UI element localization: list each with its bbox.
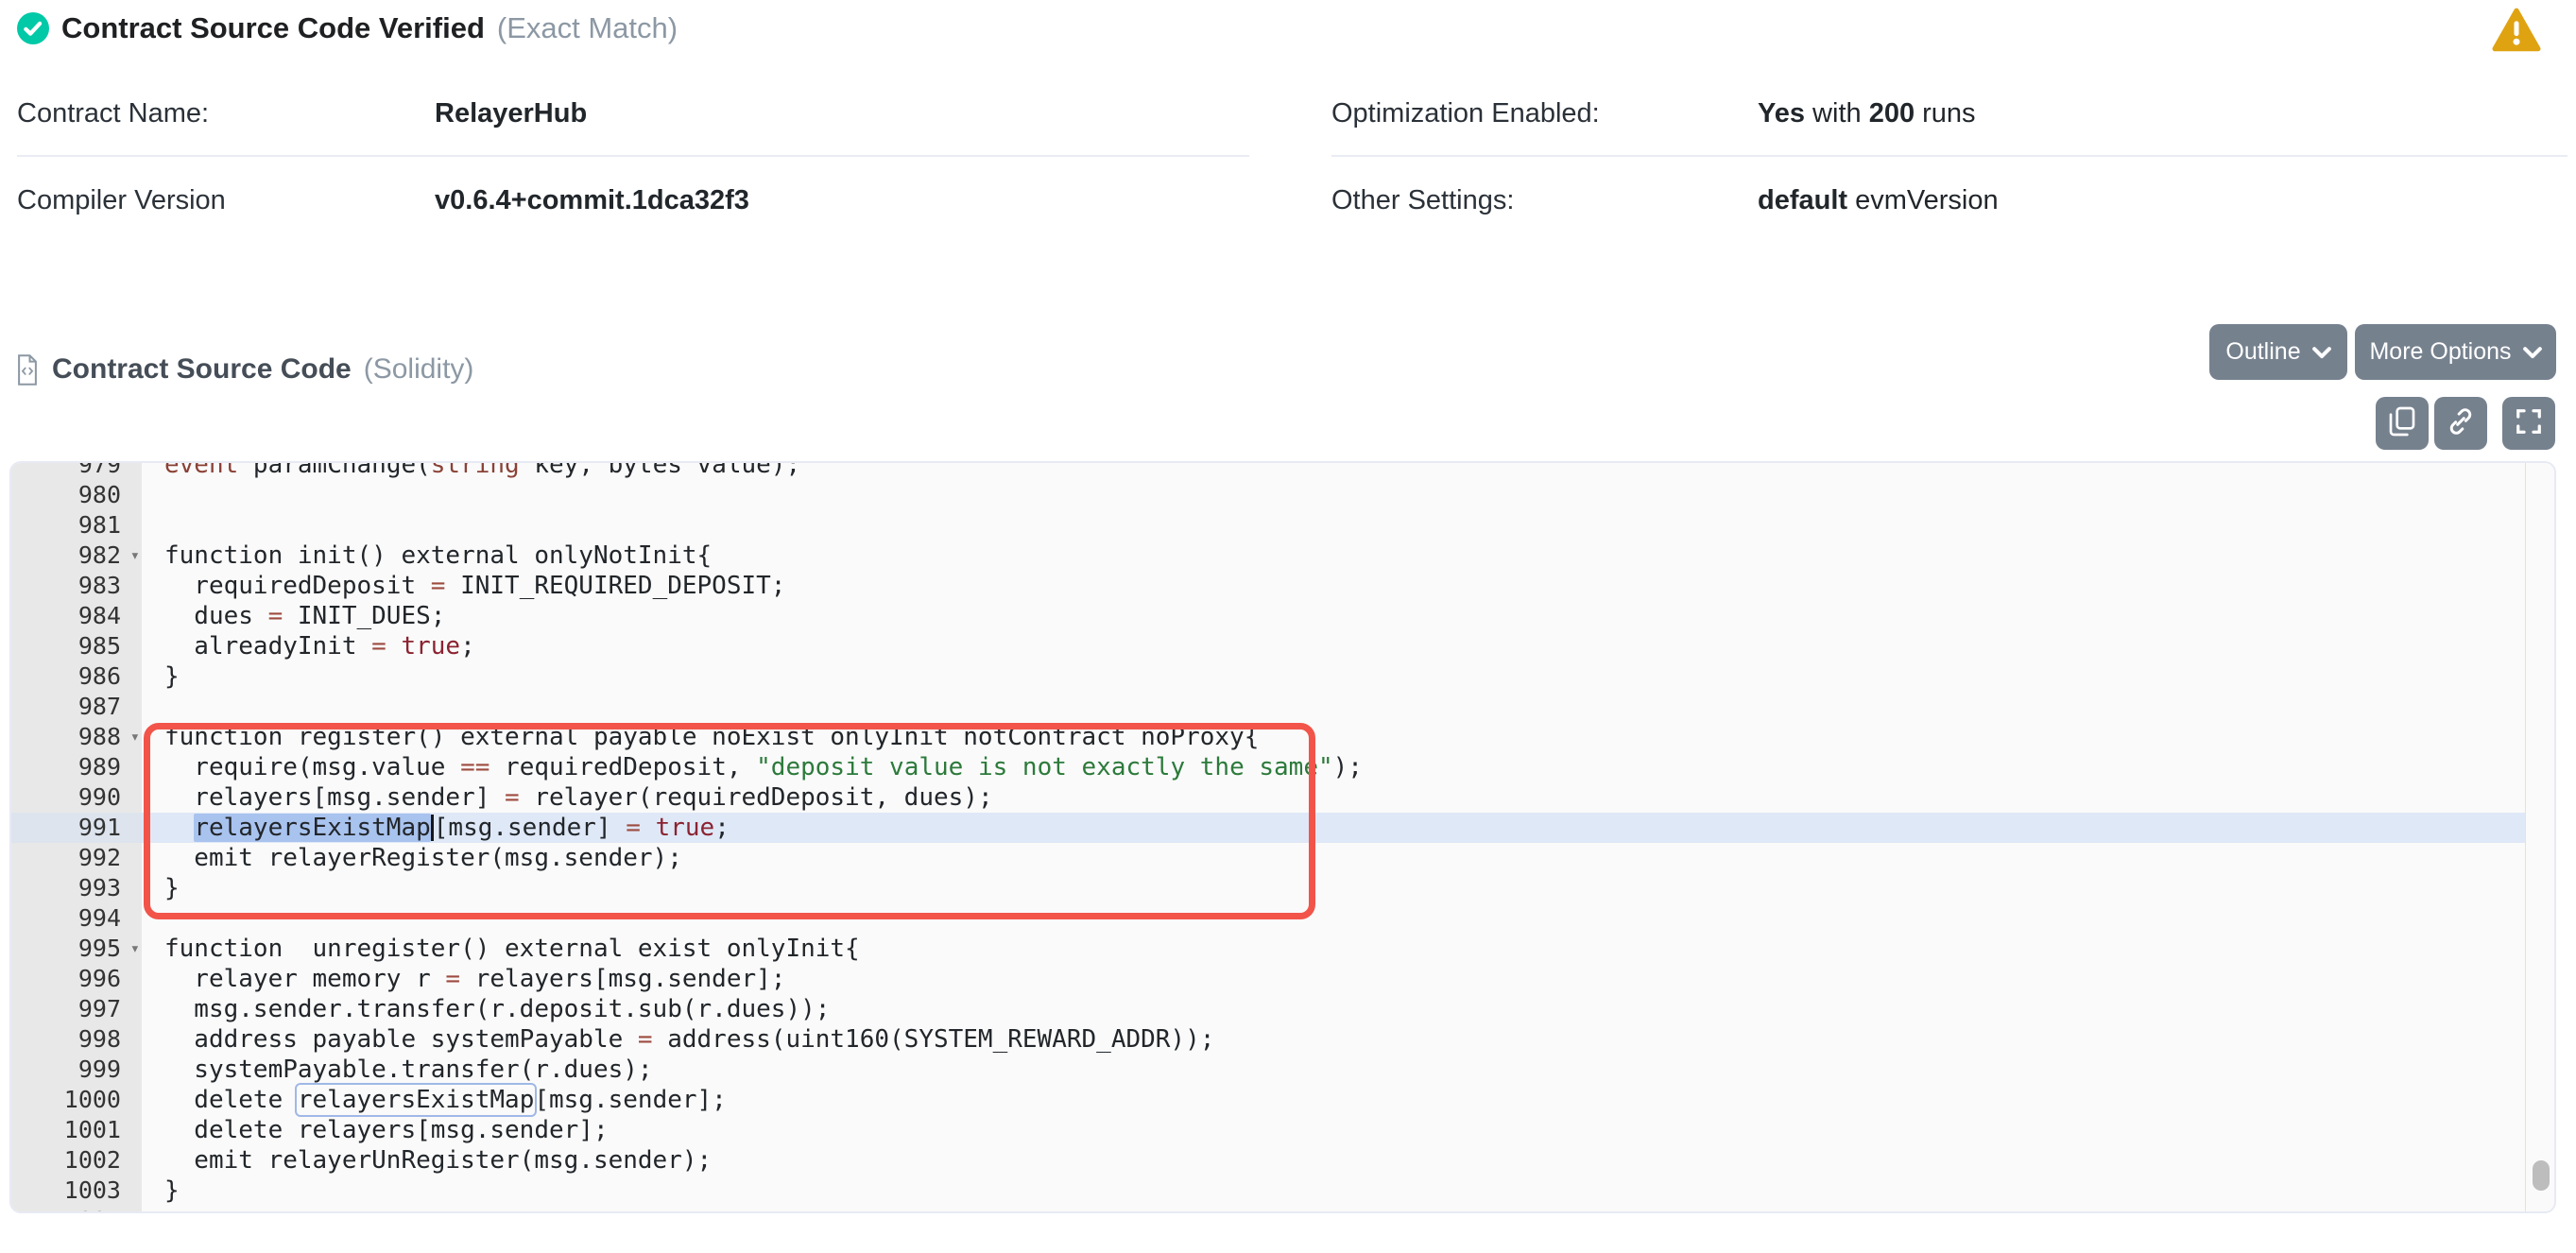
copy-icon [2388,406,2416,441]
code-line-979[interactable]: 979event paramChange(string key, bytes v… [11,461,2526,480]
outline-button-label: Outline [2225,338,2300,366]
file-code-icon [15,354,40,386]
compiler-version-label: Compiler Version [17,185,226,216]
warning-triangle-icon [2491,8,2542,53]
source-code-editor[interactable]: 979event paramChange(string key, bytes v… [9,461,2556,1213]
more-options-button-label: More Options [2369,338,2511,366]
code-line-986[interactable]: 986} [11,661,2526,692]
divider [17,155,1249,157]
code-line-981[interactable]: 981 [11,510,2526,541]
line-number[interactable]: 1000 [11,1085,142,1115]
scrollbar-thumb[interactable] [2533,1160,2550,1191]
code-line-988[interactable]: 988▾function register() external payable… [11,722,2526,752]
line-number[interactable]: 996 [11,964,142,994]
outline-button[interactable]: Outline [2209,324,2347,380]
match-type-label: (Exact Match) [497,11,678,45]
expand-icon [2515,407,2543,440]
line-number[interactable]: 993 [11,873,142,903]
line-number[interactable]: 1002 [11,1145,142,1176]
line-number[interactable]: 998 [11,1024,142,1055]
line-number[interactable]: 984 [11,601,142,631]
other-settings-value: default evmVersion [1758,185,1999,216]
code-line-996[interactable]: 996 relayer memory r = relayers[msg.send… [11,964,2526,994]
line-number[interactable]: 1001 [11,1115,142,1145]
optimization-label: Optimization Enabled: [1331,98,1600,129]
line-number[interactable]: 990 [11,782,142,813]
vertical-scrollbar[interactable] [2525,463,2554,1211]
chevron-down-icon [2523,338,2542,366]
line-number[interactable]: 988▾ [11,722,142,752]
code-line-998[interactable]: 998 address payable systemPayable = addr… [11,1024,2526,1055]
optimization-value: Yes with 200 runs [1758,98,1976,129]
line-number[interactable]: 989 [11,752,142,782]
code-line-987[interactable]: 987 [11,692,2526,722]
fold-caret-icon[interactable]: ▾ [130,722,140,752]
code-line-1004[interactable]: 1004 [11,1206,2526,1213]
language-label: (Solidity) [364,353,474,386]
fold-caret-icon[interactable]: ▾ [130,934,140,964]
check-circle-icon [17,12,49,44]
more-options-button[interactable]: More Options [2355,324,2556,380]
code-line-982[interactable]: 982▾function init() external onlyNotInit… [11,541,2526,571]
code-line-994[interactable]: 994 [11,903,2526,934]
page-title: Contract Source Code Verified [61,11,485,45]
source-code-section-header: Contract Source Code (Solidity) [15,353,473,386]
line-number[interactable]: 994 [11,903,142,934]
link-icon [2446,406,2476,441]
code-line-1002[interactable]: 1002 emit relayerUnRegister(msg.sender); [11,1145,2526,1176]
contract-name-label: Contract Name: [17,98,209,129]
line-number[interactable]: 1003 [11,1176,142,1206]
line-number[interactable]: 985 [11,631,142,661]
code-line-1000[interactable]: 1000 delete relayersExistMap[msg.sender]… [11,1085,2526,1115]
code-line-1003[interactable]: 1003} [11,1176,2526,1206]
code-lines: 979event paramChange(string key, bytes v… [11,461,2526,1213]
code-line-983[interactable]: 983 requiredDeposit = INIT_REQUIRED_DEPO… [11,571,2526,601]
fold-caret-icon[interactable]: ▾ [130,541,140,571]
code-line-1001[interactable]: 1001 delete relayers[msg.sender]; [11,1115,2526,1145]
compiler-version-value: v0.6.4+commit.1dca32f3 [435,185,749,216]
section-title: Contract Source Code [52,353,352,386]
code-line-992[interactable]: 992 emit relayerRegister(msg.sender); [11,843,2526,873]
code-line-991[interactable]: 991 relayersExistMap[msg.sender] = true; [11,813,2526,843]
code-line-993[interactable]: 993} [11,873,2526,903]
code-line-989[interactable]: 989 require(msg.value == requiredDeposit… [11,752,2526,782]
permalink-button[interactable] [2434,397,2487,450]
line-number[interactable]: 992 [11,843,142,873]
line-number[interactable]: 982▾ [11,541,142,571]
line-number[interactable]: 986 [11,661,142,692]
line-number[interactable]: 983 [11,571,142,601]
fullscreen-button[interactable] [2502,397,2555,450]
line-number[interactable]: 979 [11,461,142,480]
code-line-995[interactable]: 995▾function unregister() external exist… [11,934,2526,964]
code-line-980[interactable]: 980 [11,480,2526,510]
divider [1331,155,2567,157]
code-line-985[interactable]: 985 alreadyInit = true; [11,631,2526,661]
line-number[interactable]: 1004 [11,1206,142,1213]
code-line-984[interactable]: 984 dues = INIT_DUES; [11,601,2526,631]
line-number[interactable]: 981 [11,510,142,541]
line-number[interactable]: 995▾ [11,934,142,964]
code-line-990[interactable]: 990 relayers[msg.sender] = relayer(requi… [11,782,2526,813]
code-line-997[interactable]: 997 msg.sender.transfer(r.deposit.sub(r.… [11,994,2526,1024]
line-number[interactable]: 997 [11,994,142,1024]
code-line-999[interactable]: 999 systemPayable.transfer(r.dues); [11,1055,2526,1085]
other-settings-label: Other Settings: [1331,185,1514,216]
chevron-down-icon [2312,338,2331,366]
copy-button[interactable] [2376,397,2429,450]
contract-name-value: RelayerHub [435,98,587,129]
line-number[interactable]: 999 [11,1055,142,1085]
line-number[interactable]: 987 [11,692,142,722]
verified-header: Contract Source Code Verified (Exact Mat… [17,11,678,45]
line-number[interactable]: 991 [11,813,142,843]
line-number[interactable]: 980 [11,480,142,510]
